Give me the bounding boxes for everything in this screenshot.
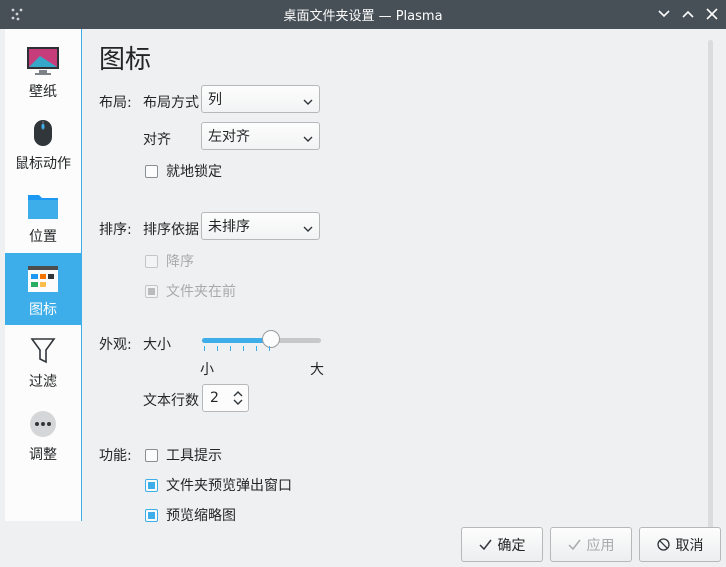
sidebar-item-label: 鼠标动作	[15, 156, 71, 172]
sidebar-item-wallpaper[interactable]: 壁纸	[5, 35, 81, 107]
settings-window: 桌面文件夹设置 — Plasma 壁纸 鼠标动作 位置 图标 过滤 调整 图标 …	[0, 0, 726, 567]
thumbnails-label: 预览缩略图	[166, 508, 236, 524]
chevron-down-icon	[303, 94, 313, 110]
sidebar-item-label: 位置	[29, 229, 57, 245]
apply-button-label: 应用	[586, 537, 615, 554]
text-lines-spinbox[interactable]: 2	[202, 384, 249, 412]
slider-handle[interactable]	[262, 330, 280, 348]
sidebar-item-filter[interactable]: 过滤	[5, 325, 81, 397]
size-min-label: 小	[200, 362, 214, 378]
checkbox-box	[145, 164, 158, 178]
folder-preview-checkbox[interactable]: 文件夹预览弹出窗口	[145, 475, 292, 495]
sidebar-item-label: 过滤	[29, 374, 57, 390]
mouse-icon	[32, 115, 54, 151]
checkbox-box	[145, 254, 158, 268]
appearance-section-label: 外观:	[99, 337, 132, 353]
monitor-wallpaper-icon	[26, 43, 60, 79]
size-label: 大小	[143, 337, 171, 353]
slider-tick	[230, 346, 231, 351]
lock-in-place-label: 就地锁定	[166, 164, 222, 180]
align-label: 对齐	[143, 132, 171, 148]
close-icon[interactable]	[704, 6, 720, 22]
ok-button[interactable]: 确定	[461, 527, 543, 562]
sidebar-item-location[interactable]: 位置	[5, 180, 81, 252]
app-icon	[9, 6, 25, 22]
arrangement-value: 列	[208, 92, 222, 108]
scrollbar[interactable]	[708, 40, 713, 530]
folders-first-checkbox[interactable]: 文件夹在前	[145, 281, 236, 301]
page-title: 图标	[99, 45, 152, 75]
sort-by-label: 排序依据	[143, 222, 199, 238]
sidebar-item-icons[interactable]: 图标	[5, 253, 81, 325]
checkmark-icon	[567, 539, 581, 550]
sidebar-item-tweaks[interactable]: 调整	[5, 398, 81, 470]
folders-first-label: 文件夹在前	[166, 284, 236, 300]
checkbox-box	[145, 448, 158, 462]
descending-label: 降序	[166, 254, 194, 270]
align-select[interactable]: 左对齐	[201, 122, 320, 150]
tooltips-checkbox[interactable]: 工具提示	[145, 445, 222, 465]
sort-by-select[interactable]: 未排序	[201, 212, 320, 240]
sort-by-value: 未排序	[208, 219, 250, 235]
sidebar-item-label: 调整	[29, 447, 57, 463]
size-max-label: 大	[310, 362, 324, 378]
checkbox-box	[145, 478, 158, 492]
slider-tick	[269, 346, 270, 351]
checkbox-box	[145, 284, 158, 298]
tooltips-label: 工具提示	[166, 448, 222, 464]
text-lines-label: 文本行数	[143, 393, 199, 409]
sidebar-item-label: 壁纸	[29, 84, 57, 100]
chevron-down-icon	[303, 221, 313, 237]
category-sidebar: 壁纸 鼠标动作 位置 图标 过滤 调整	[5, 29, 82, 521]
checkmark-icon	[478, 539, 492, 550]
sidebar-item-label: 图标	[29, 302, 57, 318]
cancel-button[interactable]: 取消	[639, 527, 721, 562]
cancel-button-label: 取消	[675, 537, 704, 554]
ok-button-label: 确定	[497, 537, 526, 554]
checkbox-box	[145, 508, 158, 522]
features-section-label: 功能:	[99, 448, 132, 464]
layout-section-label: 布局:	[99, 95, 132, 111]
align-value: 左对齐	[208, 129, 250, 145]
text-lines-value: 2	[210, 390, 219, 406]
slider-tick	[243, 346, 244, 351]
descending-checkbox[interactable]: 降序	[145, 251, 194, 271]
thumbnails-checkbox[interactable]: 预览缩略图	[145, 505, 236, 525]
folder-icon	[27, 188, 59, 224]
minimize-icon[interactable]	[656, 6, 672, 22]
arrangement-label: 布局方式	[143, 95, 199, 111]
folder-preview-label: 文件夹预览弹出窗口	[166, 478, 292, 494]
window-title: 桌面文件夹设置 — Plasma	[283, 9, 443, 24]
settings-content: 图标 布局: 布局方式 列 对齐 左对齐 就地锁定 排序: 排序依据 未排序 降…	[81, 29, 701, 524]
slider-tick	[256, 346, 257, 351]
more-icon	[28, 406, 58, 442]
chevron-down-icon	[303, 131, 313, 147]
maximize-icon[interactable]	[680, 6, 696, 22]
sorting-section-label: 排序:	[99, 222, 132, 238]
title-bar[interactable]: 桌面文件夹设置 — Plasma	[0, 0, 726, 29]
sidebar-item-mouse-actions[interactable]: 鼠标动作	[5, 107, 81, 179]
arrangement-select[interactable]: 列	[201, 85, 320, 113]
apply-button[interactable]: 应用	[550, 527, 632, 562]
cancel-icon	[656, 538, 670, 551]
slider-fill	[202, 338, 271, 343]
spin-arrows-icon[interactable]	[232, 389, 244, 411]
icons-view-icon	[27, 261, 59, 297]
lock-in-place-checkbox[interactable]: 就地锁定	[145, 161, 222, 181]
filter-icon	[30, 333, 56, 369]
slider-tick	[217, 346, 218, 351]
slider-tick	[204, 346, 205, 351]
